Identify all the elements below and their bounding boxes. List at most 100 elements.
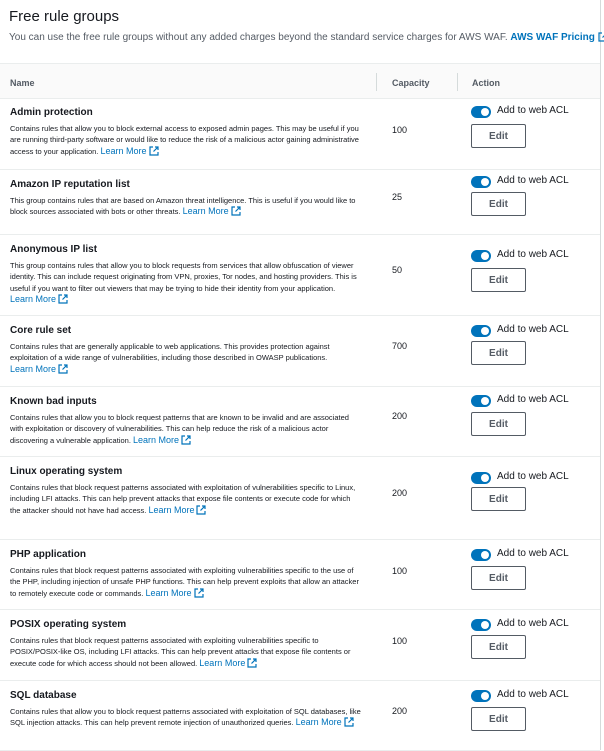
edit-button[interactable]: Edit — [471, 268, 526, 292]
toggle-label: Add to web ACL — [497, 548, 569, 559]
external-link-icon — [56, 294, 68, 304]
learn-more-label: Learn More — [10, 294, 57, 305]
rule-group-capacity: 200 — [392, 706, 408, 716]
edit-button[interactable]: Edit — [471, 412, 526, 436]
column-divider — [457, 73, 458, 91]
rule-group-name: Linux operating system — [10, 466, 123, 477]
external-link-icon — [192, 588, 204, 598]
column-header-name: Name — [10, 78, 35, 88]
learn-more-link[interactable]: Learn More — [199, 658, 257, 668]
edit-button[interactable]: Edit — [471, 487, 526, 511]
toggle-switch[interactable] — [471, 619, 491, 631]
edit-button[interactable]: Edit — [471, 192, 526, 216]
toggle-switch[interactable] — [471, 250, 491, 262]
rule-group-capacity: 100 — [392, 636, 408, 646]
learn-more-link[interactable]: Learn More — [183, 206, 241, 216]
toggle-knob — [481, 108, 489, 116]
toggle-knob — [481, 692, 489, 700]
rule-group-name: Known bad inputs — [10, 396, 97, 407]
external-link-icon — [229, 206, 241, 217]
toggle-switch[interactable] — [471, 549, 491, 561]
table-row: Admin protection Contains rules that allo… — [0, 98, 600, 170]
free-rule-groups-panel: Free rule groups You can use the free ru… — [0, 0, 604, 751]
learn-more-label: Learn More — [148, 504, 195, 515]
panel-title: Free rule groups — [9, 8, 120, 25]
rule-group-capacity: 25 — [392, 192, 403, 202]
rule-group-description: Contains rules that are generally applic… — [10, 341, 362, 375]
learn-more-link[interactable]: Learn More — [10, 294, 68, 304]
rule-group-description: Contains rules that block request patter… — [10, 565, 362, 599]
learn-more-link[interactable]: Learn More — [148, 504, 207, 515]
toggle-label: Add to web ACL — [497, 324, 569, 335]
table-row: Anonymous IP list This group contains rul… — [0, 235, 600, 316]
toggle-switch[interactable] — [471, 176, 491, 188]
learn-more-link[interactable]: Learn More — [296, 717, 354, 727]
rule-group-description: Contains rules that allow you to block e… — [10, 123, 362, 157]
edit-button[interactable]: Edit — [471, 635, 526, 659]
learn-more-link[interactable]: Learn More — [100, 145, 159, 156]
external-link-icon — [194, 505, 207, 515]
toggle-switch[interactable] — [471, 690, 491, 702]
learn-more-link[interactable]: Learn More — [133, 435, 191, 445]
external-link-icon — [147, 146, 159, 156]
learn-more-label: Learn More — [145, 587, 192, 598]
rule-group-description-text: This group contains rules that allow you… — [10, 261, 357, 293]
external-link-icon — [245, 658, 257, 668]
rule-group-name: SQL database — [10, 690, 77, 701]
table-row: POSIX operating system Contains rules tha… — [0, 610, 600, 681]
rule-group-description: This group contains rules that are based… — [10, 195, 362, 218]
rule-group-name: POSIX operating system — [10, 619, 127, 630]
learn-more-label: Learn More — [182, 206, 229, 217]
edit-button[interactable]: Edit — [471, 566, 526, 590]
learn-more-label: Learn More — [295, 717, 342, 728]
learn-more-label: Learn More — [199, 657, 246, 668]
table-row: Known bad inputs Contains rules that allo… — [0, 387, 600, 457]
toggle-switch[interactable] — [471, 325, 491, 337]
toggle-label: Add to web ACL — [497, 175, 569, 186]
table-row: Amazon IP reputation list This group cont… — [0, 170, 600, 235]
toggle-label: Add to web ACL — [497, 249, 569, 260]
learn-more-link[interactable]: Learn More — [10, 364, 68, 374]
toggle-knob — [481, 178, 489, 186]
edit-button[interactable]: Edit — [471, 341, 526, 365]
edit-button[interactable]: Edit — [471, 124, 526, 148]
edit-button[interactable]: Edit — [471, 707, 526, 731]
learn-more-label: Learn More — [10, 363, 57, 374]
rule-group-description: Contains rules that block request patter… — [10, 482, 362, 516]
panel-description-text: You can use the free rule groups without… — [9, 32, 508, 43]
learn-more-label: Learn More — [133, 434, 180, 445]
column-divider — [376, 73, 377, 91]
toggle-label: Add to web ACL — [497, 618, 569, 629]
rule-group-name: Anonymous IP list — [10, 244, 98, 255]
toggle-knob — [481, 621, 489, 629]
rule-group-capacity: 200 — [392, 411, 408, 421]
external-link-icon — [342, 717, 354, 728]
pricing-link-label: AWS WAF Pricing — [510, 32, 595, 43]
table-row: SQL database Contains rules that allow yo… — [0, 681, 600, 751]
toggle-switch[interactable] — [471, 472, 491, 484]
toggle-label: Add to web ACL — [497, 689, 569, 700]
rule-group-name: Core rule set — [10, 325, 72, 336]
rule-group-capacity: 100 — [392, 566, 408, 576]
toggle-label: Add to web ACL — [497, 394, 569, 405]
table-row: Core rule set Contains rules that are gen… — [0, 316, 600, 387]
external-link-icon — [598, 32, 604, 46]
learn-more-link[interactable]: Learn More — [146, 588, 204, 598]
learn-more-label: Learn More — [100, 145, 147, 156]
toggle-label: Add to web ACL — [497, 105, 569, 116]
rule-group-description: Contains rules that allow you to block r… — [10, 412, 362, 446]
rule-group-capacity: 200 — [392, 488, 408, 498]
rule-group-capacity: 100 — [392, 125, 408, 135]
table-row: Linux operating system Contains rules tha… — [0, 457, 600, 540]
toggle-switch[interactable] — [471, 395, 491, 407]
rule-group-description-text: Contains rules that block request patter… — [10, 636, 351, 668]
toggle-switch[interactable] — [471, 106, 491, 118]
rule-group-description: This group contains rules that allow you… — [10, 260, 362, 306]
column-header-action: Action — [472, 78, 500, 88]
toggle-knob — [481, 474, 489, 482]
panel-header: Free rule groups You can use the free ru… — [9, 8, 604, 46]
rule-group-description-text: Contains rules that are generally applic… — [10, 342, 330, 363]
aws-waf-pricing-link[interactable]: AWS WAF Pricing — [510, 32, 604, 43]
rule-group-capacity: 700 — [392, 341, 408, 351]
panel-description: You can use the free rule groups without… — [9, 31, 604, 46]
